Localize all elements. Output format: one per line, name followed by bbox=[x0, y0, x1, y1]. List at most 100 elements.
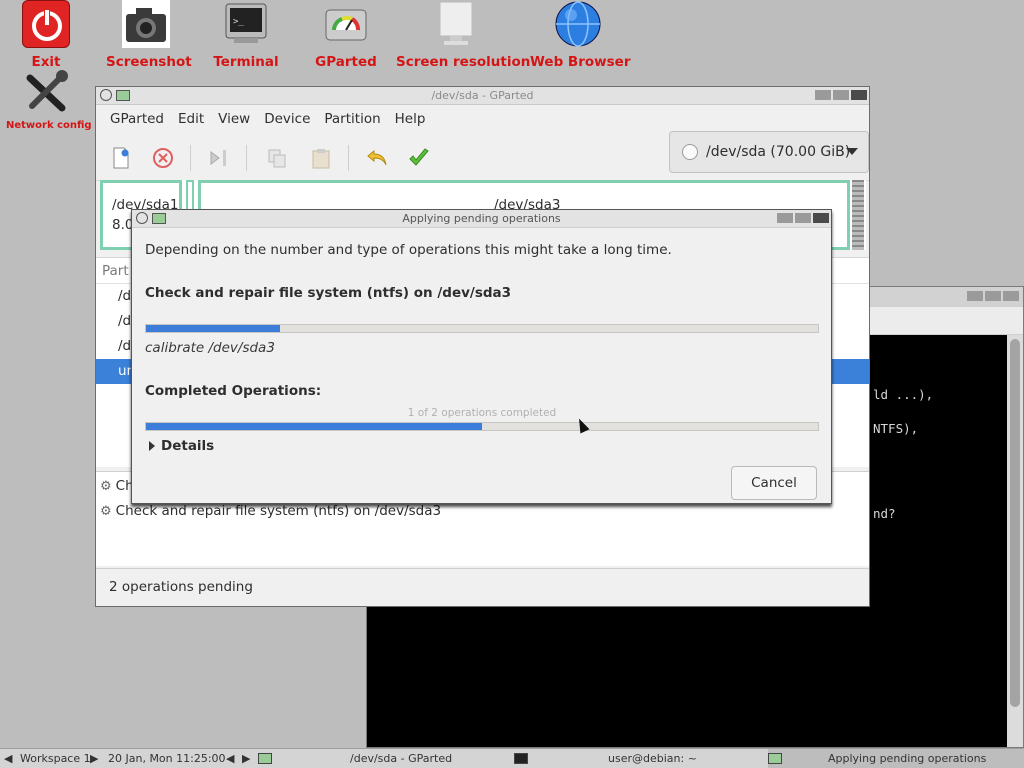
window-controls[interactable] bbox=[777, 213, 829, 223]
menu-device[interactable]: Device bbox=[257, 111, 317, 127]
desktop-icon-exit[interactable]: Exit bbox=[18, 0, 74, 70]
completed-operations-label: Completed Operations: bbox=[145, 383, 322, 399]
desktop-icon-label: Network config bbox=[6, 120, 92, 131]
resize-icon bbox=[210, 150, 226, 166]
toolbar-separator bbox=[190, 145, 191, 171]
terminal-line: nd? bbox=[873, 506, 896, 521]
expander-arrow-icon bbox=[149, 441, 155, 451]
desktop-icon-screen-resolution[interactable]: Screen resolution bbox=[396, 0, 530, 70]
menu-gparted[interactable]: GParted bbox=[103, 111, 171, 127]
toolbar-separator bbox=[246, 145, 247, 171]
cancel-button[interactable]: Cancel bbox=[731, 466, 817, 500]
device-selector[interactable]: /dev/sda (70.00 GiB) bbox=[669, 131, 869, 173]
maximize-button[interactable] bbox=[985, 291, 1001, 301]
desktop-icon-label: Screenshot bbox=[106, 54, 192, 70]
task-prev-icon[interactable]: ◀ bbox=[226, 752, 234, 765]
details-label: Details bbox=[161, 438, 215, 454]
close-button[interactable] bbox=[813, 213, 829, 223]
menu-partition[interactable]: Partition bbox=[317, 111, 387, 127]
dialog-title: Applying pending operations bbox=[402, 212, 561, 225]
wrench-icon bbox=[22, 70, 70, 114]
progress-fill bbox=[146, 423, 482, 430]
desktop-icon-label: Web Browser bbox=[530, 54, 631, 70]
terminal-line: ld ...), bbox=[873, 387, 934, 402]
close-button[interactable] bbox=[851, 90, 867, 100]
taskbar: ◀ Workspace 1 ▶ 20 Jan, Mon 11:25:00 ◀ ▶… bbox=[0, 748, 1024, 768]
disk-gauge-icon bbox=[322, 0, 370, 48]
device-selector-label: /dev/sda (70.00 GiB) bbox=[706, 144, 851, 160]
completed-count-text: 1 of 2 operations completed bbox=[407, 407, 557, 419]
task-label: Applying pending operations bbox=[828, 752, 987, 765]
gear-icon: ⚙ bbox=[100, 479, 112, 494]
window-title: /dev/sda - GParted bbox=[431, 89, 534, 102]
new-partition-button[interactable] bbox=[108, 145, 134, 171]
unallocated-block[interactable] bbox=[852, 180, 864, 250]
minimize-button[interactable] bbox=[967, 291, 983, 301]
window-controls[interactable] bbox=[815, 90, 867, 100]
close-button[interactable] bbox=[1003, 291, 1019, 301]
toolbar: /dev/sda (70.00 GiB) bbox=[96, 131, 869, 181]
svg-text:>_: >_ bbox=[233, 17, 244, 27]
resize-move-button[interactable] bbox=[206, 145, 232, 171]
dialog-titlebar[interactable]: Applying pending operations bbox=[132, 210, 831, 228]
maximize-button[interactable] bbox=[795, 213, 811, 223]
current-operation-label: Check and repair file system (ntfs) on /… bbox=[145, 285, 512, 301]
taskbar-task-terminal[interactable]: user@debian: ~ bbox=[514, 749, 764, 768]
power-icon bbox=[22, 0, 70, 48]
details-expander[interactable]: Details bbox=[149, 438, 214, 454]
apply-operations-dialog[interactable]: Applying pending operations Depending on… bbox=[131, 209, 832, 504]
completed-operations-progress bbox=[145, 422, 819, 431]
checkmark-icon bbox=[409, 148, 429, 166]
gparted-titlebar[interactable]: /dev/sda - GParted bbox=[96, 87, 869, 105]
clock: 20 Jan, Mon 11:25:00 bbox=[108, 752, 226, 765]
menu-edit[interactable]: Edit bbox=[171, 111, 211, 127]
paste-icon bbox=[312, 149, 330, 169]
task-label: user@debian: ~ bbox=[608, 752, 697, 765]
task-label: /dev/sda - GParted bbox=[350, 752, 453, 765]
window-controls[interactable] bbox=[967, 291, 1019, 301]
workspace-prev-icon[interactable]: ◀ bbox=[4, 752, 12, 765]
app-icon bbox=[258, 753, 272, 764]
desktop-icon-label: GParted bbox=[315, 54, 377, 70]
progress-fill bbox=[146, 325, 281, 332]
copy-button[interactable] bbox=[264, 145, 290, 171]
dialog-body: Depending on the number and type of oper… bbox=[145, 228, 819, 503]
scrollbar-thumb[interactable] bbox=[1010, 339, 1020, 707]
current-operation-progress bbox=[145, 324, 819, 333]
desktop-icon-terminal[interactable]: >_ Terminal bbox=[206, 0, 286, 70]
minimize-button[interactable] bbox=[815, 90, 831, 100]
chevron-down-icon bbox=[846, 148, 858, 155]
menu-help[interactable]: Help bbox=[388, 111, 433, 127]
gear-icon: ⚙ bbox=[100, 504, 112, 519]
taskbar-task-gparted[interactable]: /dev/sda - GParted bbox=[258, 749, 508, 768]
delete-partition-button[interactable] bbox=[150, 145, 176, 171]
desktop-icon-label: Terminal bbox=[213, 54, 279, 70]
undo-button[interactable] bbox=[364, 145, 390, 171]
terminal-line: NTFS), bbox=[873, 421, 919, 436]
desktop-icon-network-config[interactable]: Network config bbox=[6, 70, 92, 131]
sub-operation-label: calibrate /dev/sda3 bbox=[145, 340, 275, 356]
desktop-icon-screenshot[interactable]: Screenshot bbox=[106, 0, 192, 70]
app-icon bbox=[768, 753, 782, 764]
desktop-icon-gparted[interactable]: GParted bbox=[306, 0, 386, 70]
delete-icon bbox=[153, 148, 173, 168]
desktop-icon-web-browser[interactable]: Web Browser bbox=[530, 0, 631, 70]
terminal-icon: >_ bbox=[222, 0, 270, 48]
taskbar-task-apply-dialog[interactable]: Applying pending operations bbox=[768, 749, 1024, 768]
terminal-scrollbar[interactable] bbox=[1007, 335, 1023, 747]
undo-icon bbox=[367, 149, 387, 166]
disk-icon bbox=[682, 144, 698, 160]
workspace-label[interactable]: Workspace 1 bbox=[20, 752, 91, 765]
workspace-next-icon[interactable]: ▶ bbox=[90, 752, 98, 765]
status-bar: 2 operations pending bbox=[96, 568, 869, 606]
maximize-button[interactable] bbox=[833, 90, 849, 100]
task-next-icon[interactable]: ▶ bbox=[242, 752, 250, 765]
terminal-icon bbox=[514, 753, 528, 764]
menu-view[interactable]: View bbox=[211, 111, 257, 127]
camera-icon bbox=[122, 0, 170, 48]
desktop-icon-label: Exit bbox=[31, 54, 61, 70]
menubar: GParted Edit View Device Partition Help bbox=[96, 105, 869, 133]
apply-button[interactable] bbox=[406, 145, 432, 171]
paste-button[interactable] bbox=[308, 145, 334, 171]
minimize-button[interactable] bbox=[777, 213, 793, 223]
